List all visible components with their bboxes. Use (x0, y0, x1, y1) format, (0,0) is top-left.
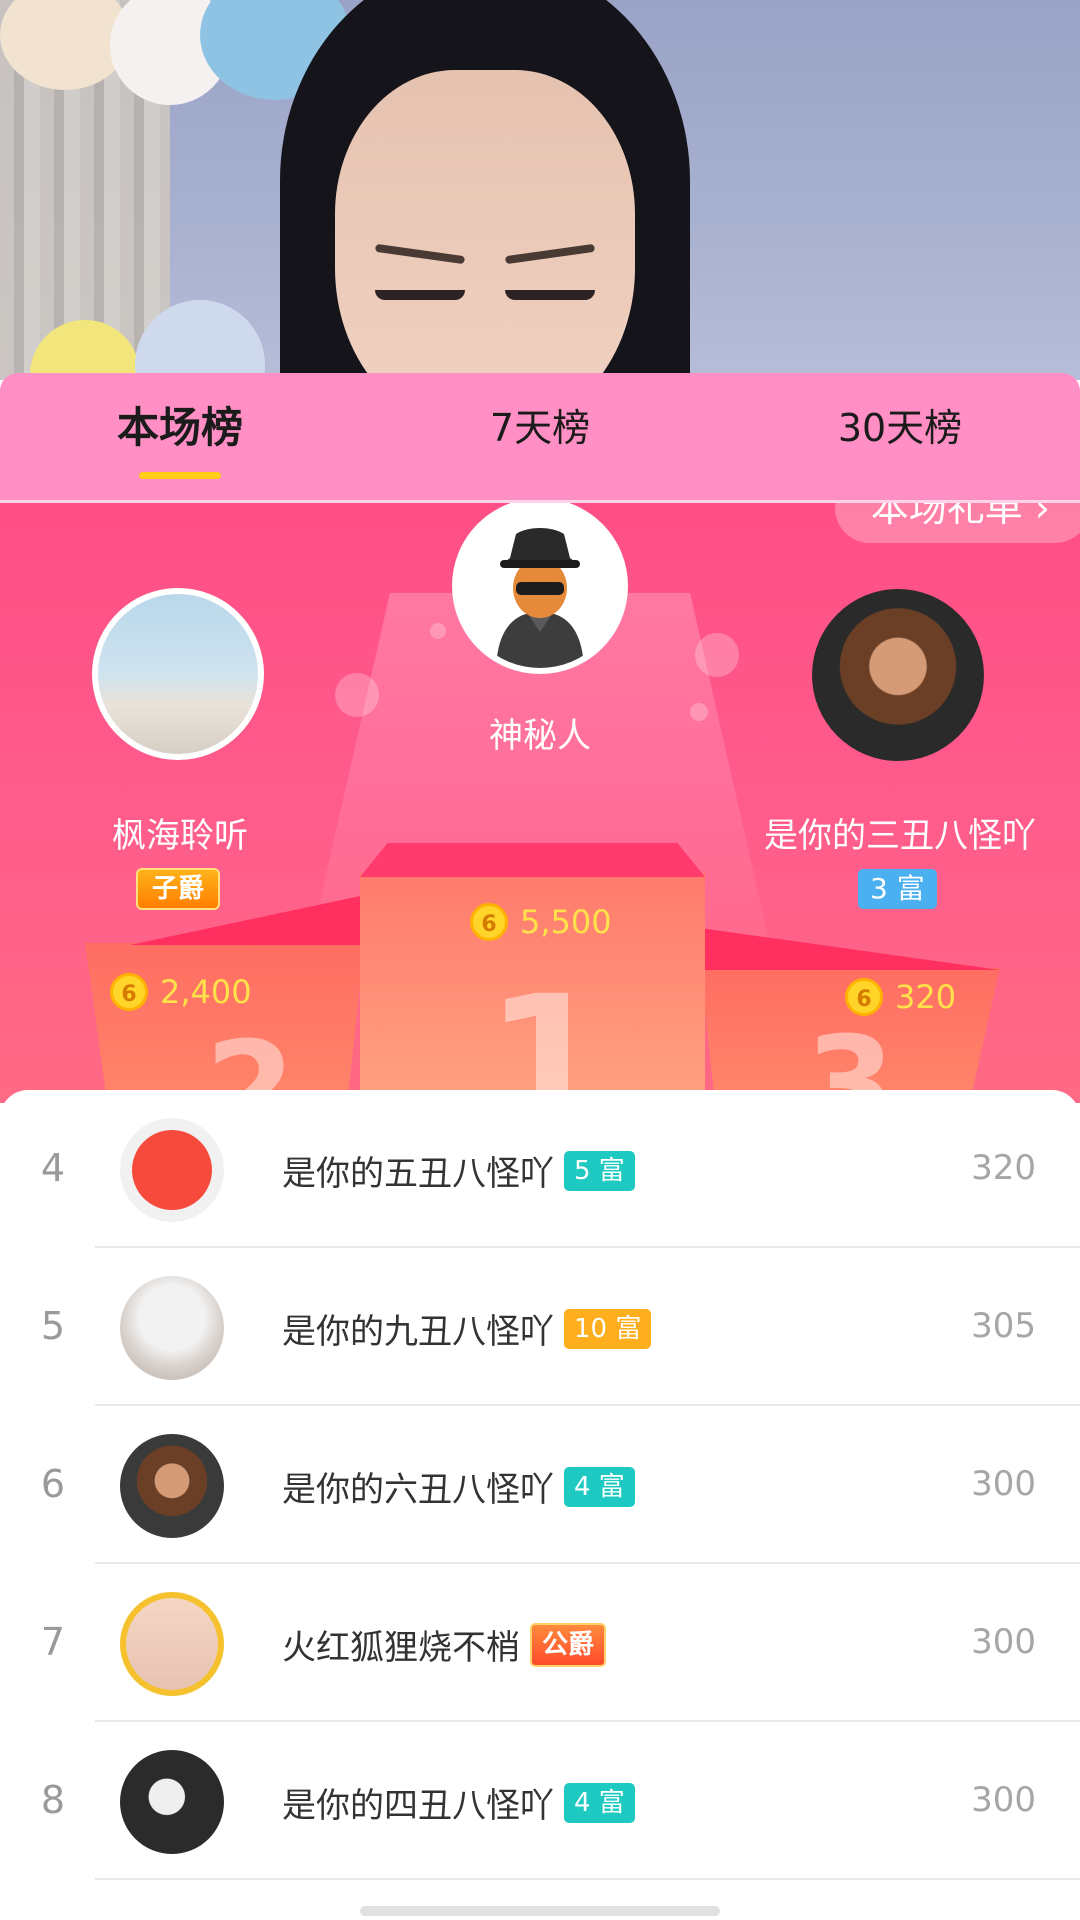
user-name: 是你的五丑八怪吖 5 富 (282, 1146, 635, 1195)
streamer-face (335, 70, 635, 380)
first-place-score: 6 5,500 (470, 903, 612, 941)
third-place-name: 是你的三丑八怪吖 (764, 816, 1036, 856)
tab-this-session[interactable]: 本场榜 (0, 373, 360, 501)
coin-icon: 6 (110, 973, 148, 1011)
row-divider (95, 1878, 1080, 1880)
noble-badge-viscount: 子爵 (136, 868, 221, 910)
rank-number: 5 (40, 1304, 66, 1348)
user-name-text: 火红狐狸烧不梢 (282, 1628, 520, 1668)
rank-number: 6 (40, 1462, 66, 1506)
mystery-person-icon (496, 528, 584, 668)
rich-level-badge: 5 富 (564, 1150, 635, 1191)
user-score: 300 (971, 1622, 1036, 1662)
first-place-name: 神秘人 (489, 716, 591, 756)
second-place-score: 6 2,400 (110, 973, 252, 1011)
user-name-text: 是你的四丑八怪吖 (282, 1786, 554, 1826)
podium-block-1-top (360, 843, 705, 877)
third-place-score-value: 320 (895, 978, 957, 1016)
rank-number: 8 (40, 1778, 66, 1822)
user-score: 320 (971, 1148, 1036, 1188)
first-place-avatar[interactable] (452, 503, 628, 674)
rich-level-badge: 3 富 (858, 869, 937, 909)
streamer-eye (375, 290, 465, 300)
coin-icon: 6 (470, 903, 508, 941)
scroll-indicator[interactable] (360, 1906, 720, 1916)
user-name: 是你的六丑八怪吖 4 富 (282, 1462, 635, 1511)
user-avatar[interactable] (120, 1276, 224, 1380)
first-place-score-value: 5,500 (520, 903, 612, 941)
list-row[interactable]: 7 火红狐狸烧不梢 公爵 300 (0, 1564, 1080, 1722)
streamer-eye (505, 290, 595, 300)
bubble-decor (335, 673, 379, 717)
rich-level-badge: 4 富 (564, 1466, 635, 1507)
user-score: 305 (971, 1306, 1036, 1346)
user-name-text: 是你的九丑八怪吖 (282, 1312, 554, 1352)
rich-level-badge: 10 富 (564, 1308, 652, 1349)
rank-numeral-1: 1 (485, 958, 611, 1103)
third-place-score: 6 320 (845, 978, 956, 1016)
user-score: 300 (971, 1780, 1036, 1820)
gift-list-button[interactable]: 本场礼单 › (834, 503, 1080, 543)
user-name: 是你的九丑八怪吖 10 富 (282, 1304, 652, 1353)
user-avatar[interactable] (120, 1592, 224, 1696)
top-three-podium: 本场礼单 › 1 2 3 神秘人 6 5,500 枫海聆听 子爵 6 2,400… (0, 503, 1080, 1103)
bubble-decor (690, 703, 708, 721)
user-name-text: 是你的六丑八怪吖 (282, 1470, 554, 1510)
user-avatar[interactable] (120, 1434, 224, 1538)
user-name: 是你的四丑八怪吖 4 富 (282, 1778, 635, 1827)
bubble-decor (430, 623, 446, 639)
list-row[interactable]: 8 是你的四丑八怪吖 4 富 300 (0, 1722, 1080, 1880)
user-score: 300 (971, 1464, 1036, 1504)
bubble-decor (695, 633, 739, 677)
rank-number: 7 (40, 1620, 66, 1664)
rank-numeral-3: 3 (805, 1008, 896, 1103)
user-name: 火红狐狸烧不梢 公爵 (282, 1620, 607, 1669)
list-row[interactable]: 6 是你的六丑八怪吖 4 富 300 (0, 1406, 1080, 1564)
coin-icon: 6 (845, 978, 883, 1016)
second-place-avatar[interactable] (92, 588, 264, 760)
tab-30-days[interactable]: 30天榜 (720, 373, 1080, 501)
user-avatar[interactable] (120, 1118, 224, 1222)
user-name-text: 是你的五丑八怪吖 (282, 1154, 554, 1194)
rich-level-badge: 4 富 (564, 1782, 635, 1823)
second-place-score-value: 2,400 (160, 973, 252, 1011)
ranking-tabs: 本场榜 7天榜 30天榜 (0, 373, 1080, 501)
rank-number: 4 (40, 1146, 66, 1190)
user-avatar[interactable] (120, 1750, 224, 1854)
second-place-name: 枫海聆听 (112, 816, 248, 856)
tab-7-days[interactable]: 7天榜 (360, 373, 720, 501)
ranking-list: 4 是你的五丑八怪吖 5 富 320 5 是你的九丑八怪吖 10 富 305 6… (0, 1090, 1080, 1920)
noble-badge-duke: 公爵 (530, 1622, 607, 1667)
list-row[interactable]: 4 是你的五丑八怪吖 5 富 320 (0, 1090, 1080, 1248)
live-video-background (0, 0, 1080, 380)
list-row[interactable]: 5 是你的九丑八怪吖 10 富 305 (0, 1248, 1080, 1406)
third-place-avatar[interactable] (812, 589, 984, 761)
